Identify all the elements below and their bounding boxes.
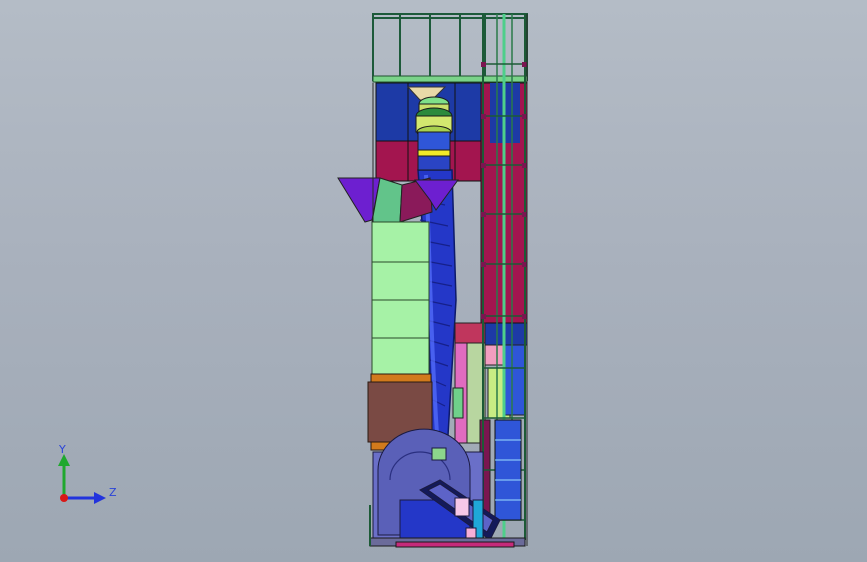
cyclone-top [415, 96, 453, 171]
cad-model-tower[interactable] [0, 0, 867, 562]
y-axis-label: Y [58, 443, 66, 456]
cad-viewport[interactable]: Y Z [0, 0, 867, 562]
triad-origin [60, 494, 68, 502]
green-column [371, 221, 430, 375]
z-axis-label: Z [109, 486, 117, 499]
z-axis-arrowhead [94, 492, 106, 504]
coordinate-triad: Y Z [58, 443, 117, 504]
